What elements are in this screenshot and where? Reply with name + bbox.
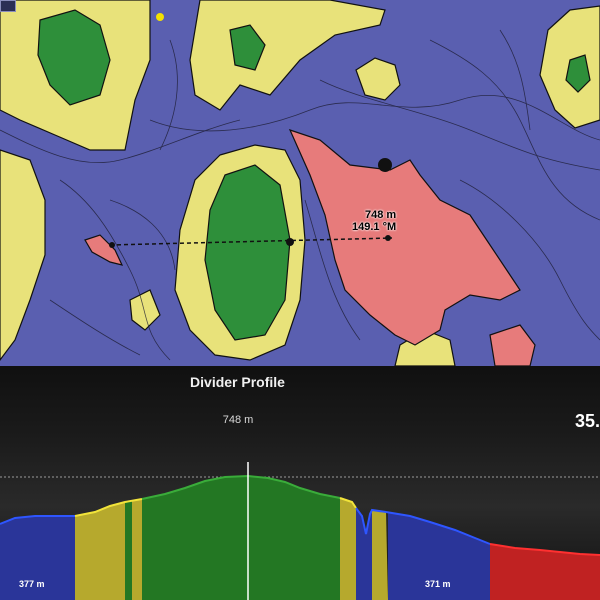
bathymetric-map[interactable]: 748 m 149.1 °M xyxy=(0,0,600,366)
profile-segment-yellow-right xyxy=(340,498,356,600)
left-segment-length: 377 m xyxy=(19,579,45,589)
rock-marker xyxy=(378,158,392,172)
right-segment-length: 371 m xyxy=(425,579,451,589)
readout-bearing: 149.1 °M xyxy=(352,221,397,233)
cursor-distance-label: 748 m xyxy=(222,414,254,426)
yellow-buoy-marker xyxy=(156,13,164,21)
panel-title: Divider Profile xyxy=(190,374,285,390)
contour-map-graphic xyxy=(0,0,600,366)
readout-distance: 748 m xyxy=(364,209,397,221)
map-corner-button[interactable] xyxy=(0,0,16,12)
profile-segment-yellow-left xyxy=(75,502,125,600)
profile-segment-green-stripe xyxy=(125,501,132,600)
divider-start-marker xyxy=(109,242,115,248)
profile-segment-red-right xyxy=(490,544,600,600)
profile-segment-yellow-stripe xyxy=(132,499,142,600)
divider-cursor-marker xyxy=(286,238,294,246)
depth-profile-chart[interactable] xyxy=(0,462,600,600)
map-cursor-readout: 748 m 149.1 °M xyxy=(352,209,396,233)
profile-segment-yellow-right-2 xyxy=(372,510,388,600)
land-area-center xyxy=(204,164,291,341)
chart-plotter-screen: 748 m 149.1 °M Divider Profile 748 m 35. xyxy=(0,0,600,600)
value-readout: 35. xyxy=(574,411,600,431)
profile-segment-green-main xyxy=(142,476,340,600)
divider-end-marker xyxy=(385,235,391,241)
